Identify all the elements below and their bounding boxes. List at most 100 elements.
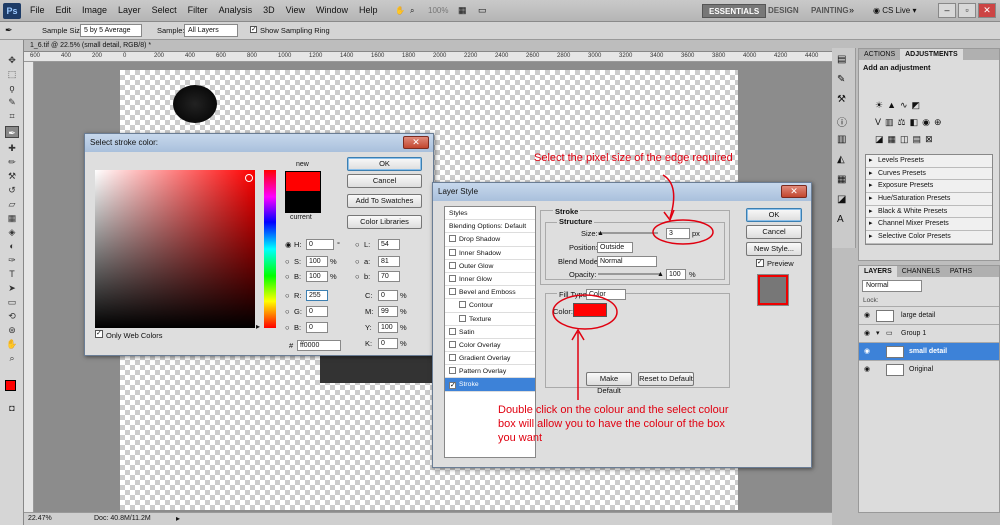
a-radio[interactable]: ○	[355, 257, 360, 266]
menu-help[interactable]: Help	[359, 5, 378, 15]
workspace-essentials[interactable]: ESSENTIALS	[702, 4, 767, 18]
document-tab[interactable]: 1_6.tif @ 22.5% (small detail, RGB/8) *	[24, 40, 832, 52]
menu-file[interactable]: File	[30, 5, 45, 15]
3d-orbit-tool-icon[interactable]: ⊛	[5, 324, 19, 336]
show-sampling-ring-checkbox[interactable]: ✓	[250, 26, 257, 33]
marquee-tool-icon[interactable]: ⬚	[5, 68, 19, 80]
magenta-input[interactable]: 99	[378, 306, 398, 317]
eyedropper-tool-icon[interactable]: ✒	[5, 126, 19, 138]
expand-arrow-icon[interactable]: ▾	[876, 325, 880, 343]
color-libraries-button[interactable]: Color Libraries	[347, 215, 422, 229]
dodge-tool-icon[interactable]: ◐	[5, 240, 19, 252]
tab-layers[interactable]: LAYERS	[859, 266, 897, 277]
brightness-input[interactable]: 100	[306, 271, 328, 282]
lab-a-input[interactable]: 81	[378, 256, 400, 267]
crop-tool-icon[interactable]: ⌗	[5, 110, 19, 122]
layer-row-selected[interactable]: ◉ small detail	[859, 342, 999, 360]
menu-window[interactable]: Window	[316, 5, 348, 15]
exposure-icon[interactable]: ◩	[912, 100, 921, 111]
checkbox[interactable]: ✓	[449, 382, 456, 390]
curves-icon[interactable]: ∿	[900, 100, 908, 111]
photo-filter-icon[interactable]: ◉	[922, 117, 930, 128]
move-tool-icon[interactable]: ✥	[5, 54, 19, 66]
invert-icon[interactable]: ◪	[875, 134, 884, 145]
workspace-painting[interactable]: PAINTING	[805, 4, 855, 18]
cancel-button[interactable]: Cancel	[347, 174, 422, 188]
visibility-eye-icon[interactable]: ◉	[861, 325, 873, 343]
checkbox[interactable]	[449, 354, 456, 362]
close-icon[interactable]: ✕	[403, 136, 429, 149]
selective-color-icon[interactable]: ⊠	[925, 134, 933, 145]
menu-select[interactable]: Select	[152, 5, 177, 15]
zoom-tool-icon[interactable]: ⌕	[410, 6, 414, 16]
visibility-eye-icon[interactable]: ◉	[861, 343, 873, 361]
minimize-icon[interactable]: –	[938, 3, 956, 18]
gradient-tool-icon[interactable]: ▦	[5, 212, 19, 224]
checkbox[interactable]	[449, 327, 456, 335]
green-input[interactable]: 0	[306, 306, 328, 317]
checkbox[interactable]	[449, 261, 456, 269]
styles-icon[interactable]: ◪	[837, 194, 846, 205]
preview-checkbox[interactable]: ✓	[756, 259, 764, 267]
close-icon[interactable]: ✕	[978, 3, 996, 18]
new-style-button[interactable]: New Style...	[746, 242, 802, 256]
levels-icon[interactable]: ▲	[887, 100, 896, 111]
checkbox[interactable]	[449, 288, 456, 296]
black-white-icon[interactable]: ◧	[910, 117, 919, 128]
hue-input[interactable]: 0	[306, 239, 334, 250]
current-color-swatch[interactable]	[285, 192, 321, 213]
layer-group-row[interactable]: ◉ ▾ ▭ Group 1	[859, 324, 999, 342]
color-field-cursor[interactable]	[245, 174, 253, 182]
saturation-input[interactable]: 100	[306, 256, 328, 267]
3d-rotate-tool-icon[interactable]: ⟲	[5, 310, 19, 322]
quick-select-tool-icon[interactable]: ✎	[5, 96, 19, 108]
lab-b-radio[interactable]: ○	[355, 272, 360, 281]
gradient-map-icon[interactable]: ▤	[913, 134, 922, 145]
screen-mode-icon[interactable]: ▭	[478, 5, 487, 16]
preset-levels[interactable]: Levels Presets	[866, 155, 992, 168]
sample-size-select[interactable]: 5 by 5 Average	[80, 24, 142, 37]
maximize-icon[interactable]: ▫	[958, 3, 976, 18]
brush-panel-icon[interactable]: ✎	[837, 74, 845, 85]
preset-curves[interactable]: Curves Presets	[866, 168, 992, 181]
arrange-icon[interactable]: ▦	[458, 5, 467, 16]
eraser-tool-icon[interactable]: ▱	[5, 198, 19, 210]
history-brush-tool-icon[interactable]: ↺	[5, 184, 19, 196]
layer-row[interactable]: ◉ Original	[859, 360, 999, 378]
workspace-design[interactable]: DESIGN	[762, 4, 805, 18]
blue-radio[interactable]: ○	[285, 323, 290, 332]
cyan-input[interactable]: 0	[378, 290, 398, 301]
info-icon[interactable]: ⓘ	[837, 114, 847, 129]
hex-input[interactable]: ff0000	[297, 340, 341, 351]
cs-live-button[interactable]: ◉ CS Live ▾	[873, 4, 916, 18]
foreground-color-swatch[interactable]	[5, 380, 16, 391]
history-icon[interactable]: ▤	[837, 54, 846, 65]
tab-channels[interactable]: CHANNELS	[897, 266, 945, 277]
clone-source-icon[interactable]: ⚒	[837, 94, 846, 105]
vibrance-icon[interactable]: V	[875, 117, 881, 128]
menu-image[interactable]: Image	[82, 5, 107, 15]
status-menu-arrow-icon[interactable]: ▸	[176, 514, 180, 523]
visibility-eye-icon[interactable]: ◉	[861, 307, 873, 325]
menu-edit[interactable]: Edit	[56, 5, 72, 15]
preset-selective-color[interactable]: Selective Color Presets	[866, 231, 992, 244]
preset-channel-mixer[interactable]: Channel Mixer Presets	[866, 218, 992, 232]
hue-slider[interactable]	[264, 170, 276, 328]
color-field[interactable]	[95, 170, 255, 328]
pen-tool-icon[interactable]: ✑	[5, 254, 19, 266]
red-input[interactable]: 255	[306, 290, 328, 301]
shape-tool-icon[interactable]: ▭	[5, 296, 19, 308]
checkbox[interactable]	[459, 301, 466, 309]
tab-adjustments[interactable]: ADJUSTMENTS	[900, 49, 963, 60]
lab-b-input[interactable]: 70	[378, 271, 400, 282]
channel-mixer-icon[interactable]: ⊕	[934, 117, 942, 128]
hue-slider-handle-icon[interactable]: ▸	[256, 322, 260, 331]
tab-paths[interactable]: PATHS	[945, 266, 977, 277]
l-radio[interactable]: ○	[355, 240, 360, 249]
healing-tool-icon[interactable]: ✚	[5, 142, 19, 154]
h-radio[interactable]: ◉	[285, 240, 292, 249]
type-tool-icon[interactable]: T	[5, 268, 19, 280]
visibility-eye-icon[interactable]: ◉	[861, 361, 873, 379]
close-icon[interactable]: ✕	[781, 185, 807, 198]
character-icon[interactable]: A	[837, 214, 844, 225]
